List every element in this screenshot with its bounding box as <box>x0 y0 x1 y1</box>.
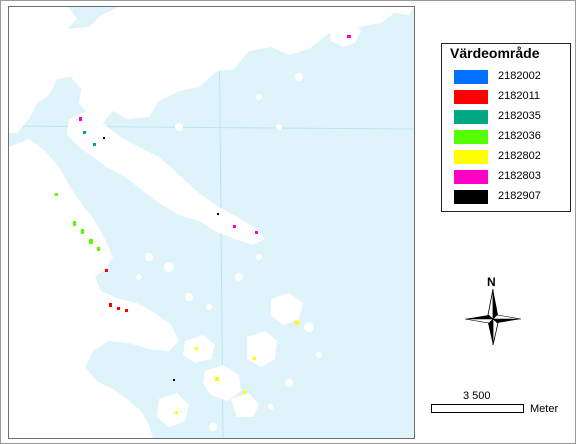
legend-swatch <box>454 70 488 84</box>
legend-label: 2182802 <box>498 150 541 162</box>
legend-title: Värdeområde <box>450 45 540 61</box>
legend-label: 2182907 <box>498 190 541 202</box>
legend-item: 2182803 <box>454 168 570 186</box>
legend-item: 2182002 <box>454 68 570 86</box>
map-legend: Värdeområde 2182002 2182011 2182035 2182036… <box>441 43 571 212</box>
map-canvas[interactable] <box>8 6 415 439</box>
legend-label: 2182035 <box>498 110 541 122</box>
legend-swatch <box>454 130 488 144</box>
legend-swatch <box>454 90 488 104</box>
legend-item: 2182907 <box>454 188 570 206</box>
scale-bar <box>431 404 524 413</box>
legend-item: 2182035 <box>454 108 570 126</box>
legend-swatch <box>454 190 488 204</box>
legend-item: 2182036 <box>454 128 570 146</box>
legend-swatch <box>454 170 488 184</box>
scale-bar-value: 3 500 <box>463 390 491 402</box>
legend-label: 2182036 <box>498 130 541 142</box>
north-arrow-icon: N <box>463 275 523 347</box>
legend-item: 2182802 <box>454 148 570 166</box>
scale-bar-unit: Meter <box>530 403 559 415</box>
legend-label: 2182803 <box>498 170 541 182</box>
legend-label: 2182011 <box>498 90 541 102</box>
legend-swatch <box>454 110 488 124</box>
legend-item: 2182011 <box>454 88 570 106</box>
map-layout-frame: Värdeområde 2182002 2182011 2182035 2182036… <box>0 0 576 444</box>
legend-swatch <box>454 150 488 164</box>
legend-label: 2182002 <box>498 70 541 82</box>
